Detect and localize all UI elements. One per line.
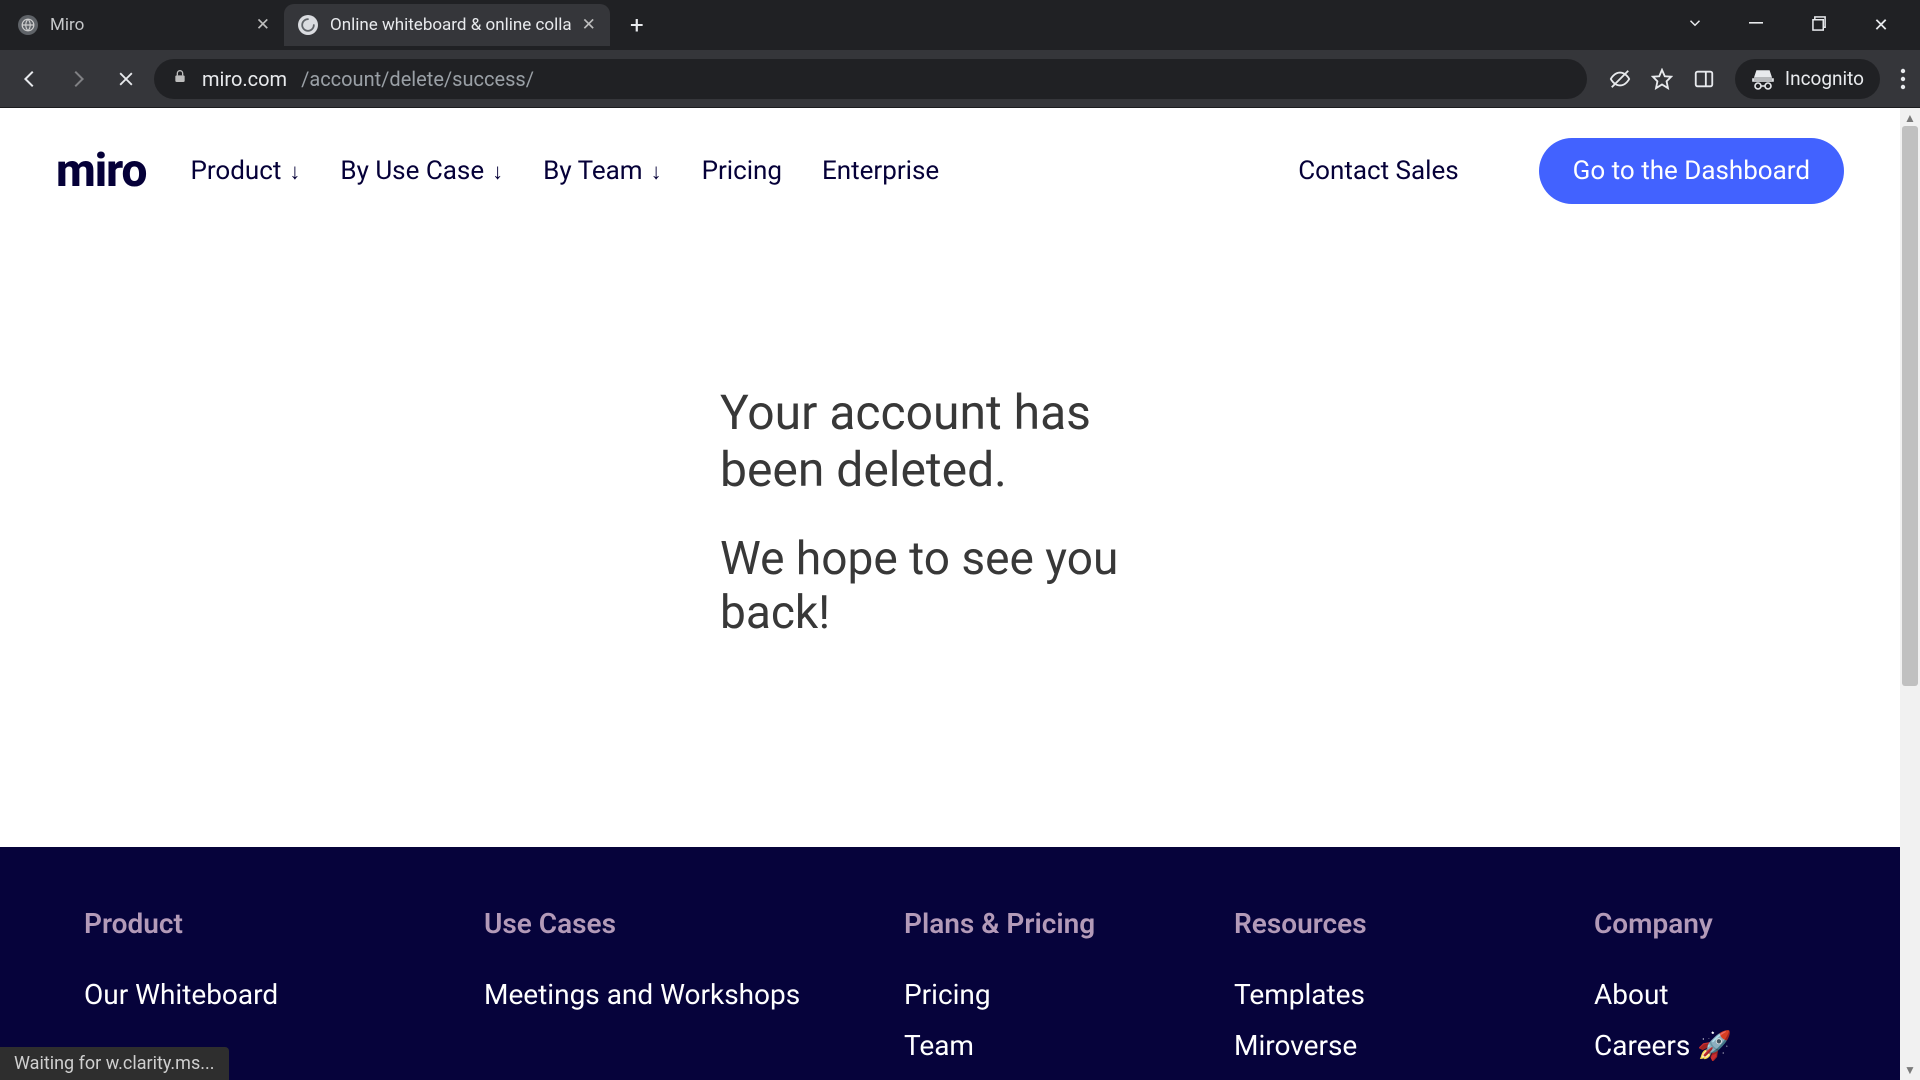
- browser-tab[interactable]: Miro ✕: [4, 4, 284, 46]
- deleted-subtext: We hope to see you back!: [720, 532, 1140, 640]
- scroll-up-arrow[interactable]: ▲: [1900, 108, 1920, 128]
- globe-icon: [18, 15, 38, 35]
- dashboard-cta-button[interactable]: Go to the Dashboard: [1539, 138, 1844, 204]
- incognito-icon: [1751, 67, 1775, 91]
- main-content: Your account has been deleted. We hope t…: [0, 234, 1900, 847]
- nav-label: Enterprise: [822, 156, 939, 186]
- spinner-icon: [298, 15, 318, 35]
- back-button[interactable]: [10, 59, 50, 99]
- nav-item-use-case[interactable]: By Use Case ↓: [340, 156, 503, 186]
- minimize-button[interactable]: [1744, 15, 1770, 36]
- vertical-scrollbar[interactable]: ▲ ▼: [1900, 108, 1920, 1080]
- footer-link[interactable]: Pricing: [904, 978, 1134, 1011]
- nav-label: By Team: [543, 156, 642, 186]
- incognito-indicator[interactable]: Incognito: [1735, 59, 1880, 99]
- nav-item-product[interactable]: Product ↓: [190, 156, 300, 186]
- page-viewport: miro Product ↓ By Use Case ↓ By Team ↓: [0, 108, 1920, 1080]
- scroll-down-arrow[interactable]: ▼: [1900, 1060, 1920, 1080]
- footer-link[interactable]: Miroverse: [1234, 1029, 1494, 1062]
- stop-reload-button[interactable]: [106, 59, 146, 99]
- tab-title: Online whiteboard & online colla: [330, 15, 572, 35]
- new-tab-button[interactable]: +: [620, 8, 654, 42]
- scrollbar-thumb[interactable]: [1902, 126, 1918, 686]
- footer-col-title: Use Cases: [484, 907, 804, 940]
- footer-col-title: Product: [84, 907, 384, 940]
- chevron-down-icon: ↓: [651, 159, 662, 185]
- primary-nav: Product ↓ By Use Case ↓ By Team ↓ Pricin…: [190, 156, 939, 186]
- url-host: miro.com: [202, 67, 287, 91]
- forward-button[interactable]: [58, 59, 98, 99]
- chevron-down-icon: ↓: [492, 159, 503, 185]
- nav-label: Pricing: [702, 156, 782, 186]
- site-header: miro Product ↓ By Use Case ↓ By Team ↓: [0, 108, 1900, 234]
- contact-sales-link[interactable]: Contact Sales: [1298, 156, 1458, 186]
- tracking-protection-icon[interactable]: [1609, 68, 1631, 90]
- nav-item-team[interactable]: By Team ↓: [543, 156, 661, 186]
- site-footer: Product Our Whiteboard Use Cases Meeting…: [0, 847, 1900, 1080]
- nav-label: By Use Case: [340, 156, 484, 186]
- maximize-button[interactable]: [1806, 15, 1832, 36]
- lock-icon: [172, 68, 188, 89]
- deleted-headline: Your account has been deleted.: [720, 384, 1140, 498]
- browser-tab-strip: Miro ✕ Online whiteboard & online colla …: [0, 0, 1920, 50]
- close-icon[interactable]: ✕: [582, 15, 596, 35]
- footer-link[interactable]: About: [1594, 978, 1816, 1011]
- tab-title: Miro: [50, 15, 246, 35]
- footer-link[interactable]: Team: [904, 1029, 1134, 1062]
- footer-col-title: Company: [1594, 907, 1816, 940]
- footer-col-title: Resources: [1234, 907, 1494, 940]
- footer-link[interactable]: Careers 🚀: [1594, 1029, 1816, 1062]
- footer-link[interactable]: Meetings and Workshops: [484, 978, 804, 1011]
- browser-toolbar: miro.com/account/delete/success/ Incogni…: [0, 50, 1920, 108]
- address-bar[interactable]: miro.com/account/delete/success/: [154, 59, 1587, 99]
- footer-link[interactable]: Templates: [1234, 978, 1494, 1011]
- bookmark-star-icon[interactable]: [1651, 68, 1673, 90]
- url-path: /account/delete/success/: [301, 67, 534, 91]
- browser-status-bar: Waiting for w.clarity.ms...: [0, 1047, 229, 1080]
- nav-item-enterprise[interactable]: Enterprise: [822, 156, 939, 186]
- browser-tab-active[interactable]: Online whiteboard & online colla ✕: [284, 4, 610, 46]
- overflow-menu-icon[interactable]: [1900, 68, 1906, 90]
- close-window-button[interactable]: ✕: [1868, 15, 1894, 36]
- close-icon[interactable]: ✕: [256, 15, 270, 35]
- miro-logo[interactable]: miro: [56, 144, 146, 198]
- chevron-down-icon: ↓: [289, 159, 300, 185]
- footer-col-title: Plans & Pricing: [904, 907, 1134, 940]
- chevron-down-icon[interactable]: [1682, 14, 1708, 37]
- side-panel-icon[interactable]: [1693, 68, 1715, 90]
- nav-item-pricing[interactable]: Pricing: [702, 156, 782, 186]
- window-controls: ✕: [1682, 14, 1912, 37]
- footer-link[interactable]: Our Whiteboard: [84, 978, 384, 1011]
- incognito-label: Incognito: [1785, 67, 1864, 90]
- nav-label: Product: [190, 156, 281, 186]
